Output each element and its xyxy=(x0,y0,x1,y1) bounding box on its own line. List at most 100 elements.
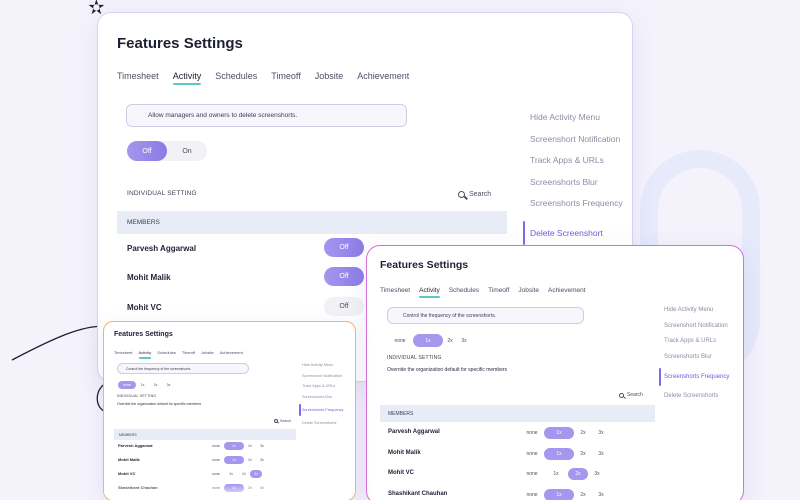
tab-achievement[interactable]: Achievement xyxy=(357,71,409,81)
tab-timesheet[interactable]: Timesheet xyxy=(117,71,159,81)
option-3x[interactable]: 3x xyxy=(588,471,606,477)
tab-achievement[interactable]: Achievement xyxy=(220,350,243,355)
member-toggle-off[interactable]: Off xyxy=(324,267,364,286)
option-1x[interactable]: 1x xyxy=(544,471,568,477)
frequency-option-3x[interactable]: 3x xyxy=(457,338,471,344)
tab-schedules[interactable]: Schedules xyxy=(157,350,176,355)
setting-description: Control the frequency of the screenshort… xyxy=(387,307,584,324)
tab-timeoff[interactable]: Timeoff xyxy=(271,71,301,81)
sidebar-item-track-apps[interactable]: Track Apps & URLs xyxy=(530,150,623,172)
sidebar-item-screenshots-frequency[interactable]: Screenshorts Frequency xyxy=(298,404,343,416)
option-2x[interactable]: 2x xyxy=(244,458,256,462)
sidebar-item-delete-screenshots[interactable]: Delete Screenshorts xyxy=(664,389,729,405)
sidebar-item-delete-screenshots[interactable]: Delete Screenshorts xyxy=(302,418,343,429)
tab-bar: Timesheet Activity Schedules Timeoff Job… xyxy=(117,71,409,85)
option-3x[interactable]: 3x xyxy=(256,458,268,462)
sidebar-item-screenshot-notification[interactable]: Screenshort Notification xyxy=(664,319,729,335)
search-control[interactable]: Search xyxy=(619,392,643,398)
tab-timesheet[interactable]: Timesheet xyxy=(114,350,133,355)
sidebar-item-track-apps[interactable]: Track Apps & URLs xyxy=(302,381,343,392)
sidebar-item-track-apps[interactable]: Track Apps & URLs xyxy=(664,334,729,350)
option-2x[interactable]: 2x xyxy=(568,468,588,480)
toggle-off-option[interactable]: Off xyxy=(127,141,167,161)
option-none[interactable]: none xyxy=(208,458,224,462)
option-1x[interactable]: 1x xyxy=(544,448,574,460)
frequency-option-2x[interactable]: 2x xyxy=(149,383,162,387)
option-none[interactable]: none xyxy=(520,430,544,436)
option-2x[interactable]: 2x xyxy=(238,472,250,476)
tab-timeoff[interactable]: Timeoff xyxy=(488,287,509,294)
tab-activity[interactable]: Activity xyxy=(138,350,151,359)
frequency-option-3x[interactable]: 3x xyxy=(162,383,175,387)
option-3x[interactable]: 3x xyxy=(592,430,610,436)
tab-timeoff[interactable]: Timeoff xyxy=(182,350,195,355)
member-name: Mohit Malik xyxy=(118,457,140,462)
search-label: Search xyxy=(627,392,643,398)
tab-activity[interactable]: Activity xyxy=(172,71,201,85)
option-1x[interactable]: 1x xyxy=(224,442,244,450)
tab-jobsite[interactable]: Jobsite xyxy=(201,350,214,355)
option-1x[interactable]: 1x xyxy=(224,456,244,464)
tab-jobsite[interactable]: Jobsite xyxy=(315,71,344,81)
option-2x[interactable]: 2x xyxy=(244,444,256,448)
member-toggle-off[interactable]: Off xyxy=(324,238,364,257)
sidebar-item-screenshots-frequency[interactable]: Screenshorts Frequency xyxy=(530,193,623,215)
setting-description: Control the frequency of the screenshort… xyxy=(117,363,249,374)
option-2x[interactable]: 2x xyxy=(574,451,592,457)
frequency-option-none[interactable]: none xyxy=(387,338,413,344)
option-none[interactable]: none xyxy=(208,472,224,476)
sidebar-item-screenshots-frequency[interactable]: Screenshorts Frequency xyxy=(658,368,729,386)
sidebar-item-screenshot-notification[interactable]: Screenshort Notification xyxy=(302,371,343,382)
sidebar-item-delete-screenshot[interactable]: Delete Screenshort xyxy=(523,220,623,245)
sidebar-item-screenshot-notification[interactable]: Screenshort Notification xyxy=(530,129,623,151)
option-3x[interactable]: 3x xyxy=(592,492,610,498)
sidebar-item-hide-activity-menu[interactable]: Hide Activity Menu xyxy=(664,303,729,319)
sidebar-item-screenshots-blur[interactable]: Screenshorts Blur xyxy=(664,350,729,366)
frequency-option-none[interactable]: none xyxy=(118,381,136,389)
search-control[interactable]: Search xyxy=(274,419,291,423)
option-none[interactable]: none xyxy=(520,492,544,498)
features-settings-card-mini: Features Settings Timesheet Activity Sch… xyxy=(103,321,356,500)
search-control[interactable]: Search xyxy=(458,191,491,198)
settings-sidebar: Hide Activity Menu Screenshort Notificat… xyxy=(298,360,343,429)
toggle-on-option[interactable]: On xyxy=(167,141,207,161)
tab-timesheet[interactable]: Timesheet xyxy=(380,287,410,294)
search-icon xyxy=(619,392,624,398)
member-frequency-selector: none 1x 2x 3x xyxy=(520,427,610,439)
member-name: Mohit Malik xyxy=(388,450,421,456)
setting-description: Allow managers and owners to delete scre… xyxy=(126,104,407,127)
option-none[interactable]: none xyxy=(520,451,544,457)
option-3x[interactable]: 3x xyxy=(250,470,262,478)
search-icon xyxy=(274,419,278,423)
member-name: Mohit VC xyxy=(118,471,136,476)
sidebar-item-screenshots-blur[interactable]: Screenshorts Blur xyxy=(302,392,343,403)
sidebar-item-screenshots-blur[interactable]: Screenshorts Blur xyxy=(530,172,623,194)
frequency-option-1x[interactable]: 1x xyxy=(136,383,149,387)
tab-activity[interactable]: Activity xyxy=(419,287,440,298)
option-3x[interactable]: 3x xyxy=(592,451,610,457)
sidebar-item-hide-activity-menu[interactable]: Hide Activity Menu xyxy=(302,360,343,371)
member-frequency-selector: none 1x 2x 3x xyxy=(520,468,606,480)
members-header: MEMBERS xyxy=(114,429,296,440)
frequency-selector: none 1x 2x 3x xyxy=(387,334,471,347)
tab-achievement[interactable]: Achievement xyxy=(548,287,586,294)
option-2x[interactable]: 2x xyxy=(574,430,592,436)
tab-schedules[interactable]: Schedules xyxy=(449,287,479,294)
features-settings-card-frequency: Features Settings Timesheet Activity Sch… xyxy=(366,245,744,500)
frequency-option-1x[interactable]: 1x xyxy=(413,334,443,347)
tab-jobsite[interactable]: Jobsite xyxy=(518,287,539,294)
member-name: Mohit Malik xyxy=(127,273,171,282)
option-none[interactable]: none xyxy=(208,444,224,448)
option-2x[interactable]: 2x xyxy=(574,492,592,498)
individual-setting-heading: INDIVIDUAL SETTING xyxy=(127,190,197,197)
individual-setting-heading: INDIVIDUAL SETTING xyxy=(387,355,442,361)
tab-schedules[interactable]: Schedules xyxy=(215,71,257,81)
member-toggle-off[interactable]: Off xyxy=(324,297,364,316)
sidebar-item-hide-activity-menu[interactable]: Hide Activity Menu xyxy=(530,107,623,129)
option-none[interactable]: none xyxy=(520,471,544,477)
option-1x[interactable]: 1x xyxy=(224,472,238,476)
option-1x[interactable]: 1x xyxy=(544,427,574,439)
option-1x[interactable]: 1x xyxy=(544,489,574,500)
frequency-option-2x[interactable]: 2x xyxy=(443,338,457,344)
option-3x[interactable]: 3x xyxy=(256,444,268,448)
